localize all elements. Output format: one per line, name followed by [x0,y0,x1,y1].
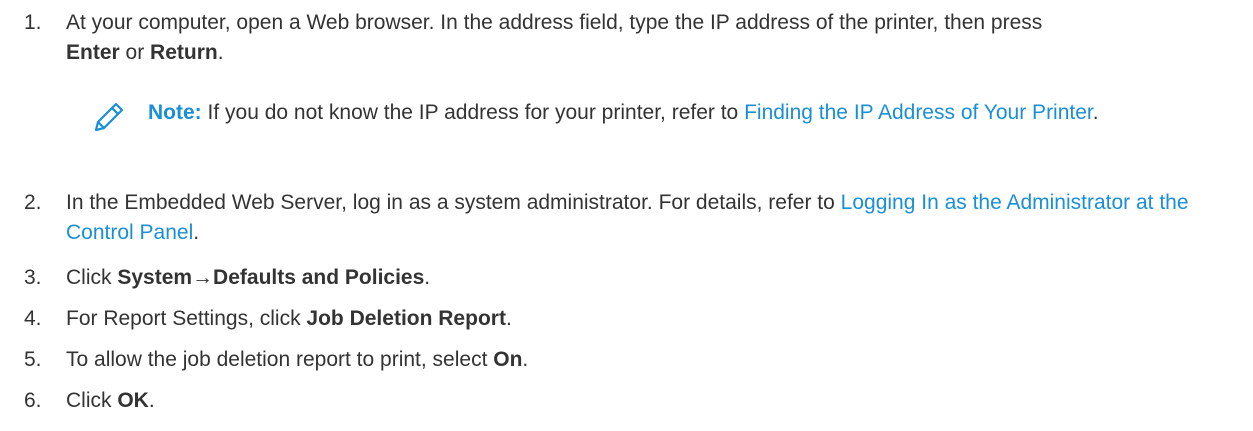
menu-path: System→Defaults and Policies [117,266,425,289]
step-text-part: Click [66,389,118,412]
step-number: 5. [24,348,42,371]
ok-button-label: OK [117,389,149,412]
step-text-part: To allow the job deletion report to prin… [66,348,494,371]
step-number: 1. [24,11,42,34]
step-text: Click System→Defaults and Policies. [66,263,1226,293]
step-text-part: . [522,348,529,371]
on-option-label: On [493,348,523,371]
finding-ip-address-link[interactable]: Finding the IP Address of Your Printer [744,101,1093,124]
step-text-part: In the Embedded Web Server, log in as a … [66,191,841,214]
job-deletion-report-label: Job Deletion Report [306,307,506,330]
step-text: In the Embedded Web Server, log in as a … [66,188,1226,248]
pencil-icon [90,100,126,136]
note-text: Note: If you do not know the IP address … [148,98,1228,128]
step-number: 4. [24,307,42,330]
step-text: For Report Settings, click Job Deletion … [66,304,1226,334]
step-text-part: . [193,221,200,244]
step-text-part: . [148,389,155,412]
step-text-part: For Report Settings, click [66,307,307,330]
step-text-part: At your computer, open a Web browser. In… [66,11,1043,34]
step-text: To allow the job deletion report to prin… [66,345,1226,375]
enter-key-label: Enter [66,41,120,64]
note-body: If you do not know the IP address for yo… [201,101,745,124]
step-number: 2. [24,191,42,214]
step-text: Click OK. [66,386,1226,416]
return-key-label: Return [150,41,218,64]
step-text-part: . [217,41,224,64]
note-label: Note: [148,101,202,124]
step-number: 3. [24,266,42,289]
step-text-part: Click [66,266,118,289]
step-number: 6. [24,389,42,412]
step-text-part: . [424,266,431,289]
note-end: . [1092,101,1099,124]
step-text: At your computer, open a Web browser. In… [66,8,1226,68]
step-text-part: or [119,41,151,64]
step-text-part: . [505,307,512,330]
